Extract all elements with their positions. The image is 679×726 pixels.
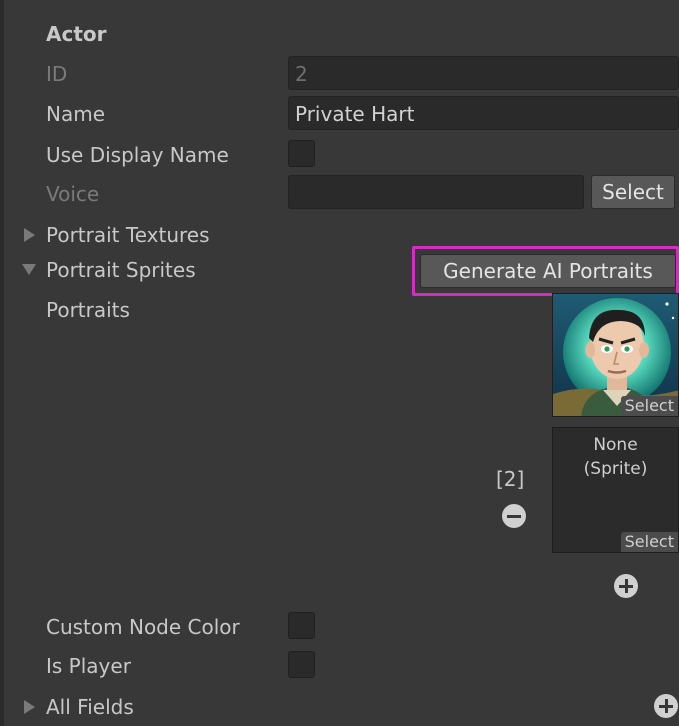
section-title: Actor [46,22,107,46]
left-border [0,0,4,726]
minus-circle-icon[interactable] [502,504,526,528]
portrait-index-label: [2] [496,467,525,491]
portrait-slot-1[interactable]: Select [552,293,679,417]
custom-node-color-checkbox[interactable] [288,612,315,639]
plus-circle-icon[interactable] [614,574,638,598]
portrait-slot-2[interactable]: None (Sprite) Select [552,427,679,553]
voice-field[interactable] [288,175,584,209]
triangle-down-icon[interactable] [22,264,36,275]
name-input[interactable]: Private Hart [288,96,679,130]
portraits-label: Portraits [46,298,130,322]
is-player-label: Is Player [46,654,131,678]
voice-select-button[interactable]: Select [591,175,675,209]
use-display-name-label: Use Display Name [46,143,229,167]
id-field: 2 [288,56,679,90]
actor-inspector-panel: Actor ID 2 Name Private Hart Use Display… [0,0,679,726]
triangle-right-icon[interactable] [24,700,35,714]
plus-circle-icon[interactable] [654,694,678,718]
portrait-slot-1-select[interactable]: Select [620,396,678,416]
portrait-textures-foldout[interactable]: Portrait Textures [46,223,210,247]
name-label: Name [46,102,106,126]
empty-slot-line1: None [593,435,638,455]
use-display-name-checkbox[interactable] [288,140,315,167]
empty-slot-line2: (Sprite) [583,459,648,479]
generate-ai-portraits-button[interactable]: Generate AI Portraits [420,254,676,288]
portrait-sprites-foldout[interactable]: Portrait Sprites [46,258,196,282]
voice-label: Voice [46,182,100,206]
custom-node-color-label: Custom Node Color [46,615,240,639]
portrait-slot-2-select[interactable]: Select [620,532,678,552]
triangle-right-icon[interactable] [24,228,35,242]
id-label: ID [46,62,68,86]
is-player-checkbox[interactable] [288,651,315,678]
all-fields-foldout[interactable]: All Fields [46,695,134,719]
